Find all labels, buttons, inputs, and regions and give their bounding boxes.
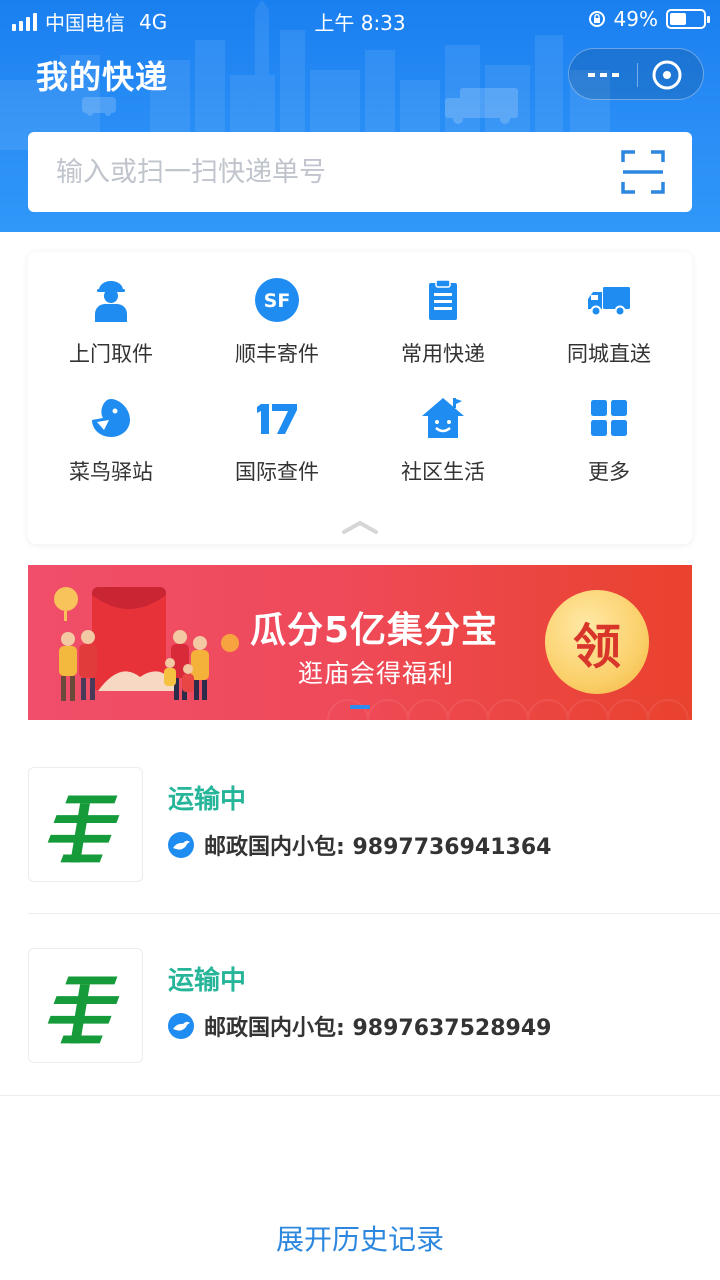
- scan-icon[interactable]: [621, 150, 665, 194]
- expand-history-link[interactable]: 展开历史记录: [0, 1218, 720, 1258]
- 17-logo-icon: [257, 404, 297, 434]
- carousel-indicator: [350, 705, 370, 709]
- service-cainiao[interactable]: 菜鸟驿站: [28, 370, 194, 484]
- divider: [0, 1095, 720, 1096]
- china-post-logo: [28, 948, 143, 1063]
- service-label: 常用快递: [401, 342, 485, 366]
- cainiao-bird-icon: [168, 1013, 194, 1039]
- header: 中国电信 4G 上午 8:33 49% 我的快递: [0, 0, 720, 232]
- service-label: 国际查件: [235, 460, 319, 484]
- service-label: 菜鸟驿站: [69, 460, 153, 484]
- china-post-logo-icon: [47, 976, 120, 1044]
- service-international[interactable]: 国际查件: [194, 370, 360, 484]
- claim-button[interactable]: 领: [545, 590, 649, 694]
- service-pickup[interactable]: 上门取件: [28, 252, 194, 366]
- house-icon: [422, 398, 464, 438]
- service-sf[interactable]: SF 顺丰寄件: [194, 252, 360, 366]
- courier-person-icon: [95, 281, 127, 322]
- service-label: 更多: [588, 460, 630, 484]
- service-more[interactable]: 更多: [526, 370, 692, 484]
- package-status: 运输中: [168, 785, 247, 815]
- grid-icon: [591, 400, 627, 436]
- close-circle-icon[interactable]: [651, 59, 683, 91]
- cainiao-bird-icon: [168, 832, 194, 858]
- svg-text:SF: SF: [264, 290, 291, 312]
- package-item[interactable]: 运输中 邮政国内小包: 9897736941364: [0, 767, 720, 947]
- china-post-logo-icon: [47, 795, 120, 863]
- service-common[interactable]: 常用快递: [360, 252, 526, 366]
- service-label: 同城直送: [567, 342, 651, 366]
- china-post-logo: [28, 767, 143, 882]
- search-bar: [28, 132, 692, 212]
- truck-icon: [588, 287, 630, 317]
- clipboard-icon: [429, 279, 457, 320]
- page-title: 我的快递: [36, 58, 169, 96]
- status-bar: 中国电信 4G 上午 8:33 49%: [0, 0, 720, 40]
- service-citywide[interactable]: 同城直送: [526, 252, 692, 366]
- battery-icon: [666, 9, 710, 29]
- search-input[interactable]: [56, 150, 596, 194]
- capsule-divider: [637, 63, 638, 87]
- package-item[interactable]: 运输中 邮政国内小包: 9897637528949: [0, 948, 720, 1128]
- service-label: 社区生活: [401, 460, 485, 484]
- cainiao-bird-icon: [92, 399, 130, 437]
- sf-logo-icon: SF: [255, 278, 299, 322]
- package-status: 运输中: [168, 966, 247, 996]
- service-label: 上门取件: [69, 342, 153, 366]
- service-label: 顺丰寄件: [235, 342, 319, 366]
- tracking-number: 邮政国内小包: 9897637528949: [204, 1016, 552, 1041]
- more-dots-icon[interactable]: [583, 63, 623, 87]
- miniprogram-capsule: [568, 48, 704, 100]
- banner-title: 瓜分5亿集分宝: [250, 610, 499, 651]
- rotation-lock-icon: [588, 11, 605, 27]
- divider: [28, 913, 720, 914]
- battery-percent: 49%: [613, 7, 658, 31]
- services-grid: 上门取件 SF 顺丰寄件 常用快递 同城直送 菜鸟驿站 国际查件 社区生活 更多: [28, 252, 692, 544]
- service-community[interactable]: 社区生活: [360, 370, 526, 484]
- chevron-up-icon[interactable]: [342, 520, 378, 534]
- promo-banner[interactable]: 瓜分5亿集分宝 逛庙会得福利 领: [28, 565, 692, 720]
- tracking-number: 邮政国内小包: 9897736941364: [204, 835, 552, 860]
- banner-subtitle: 逛庙会得福利: [298, 659, 455, 688]
